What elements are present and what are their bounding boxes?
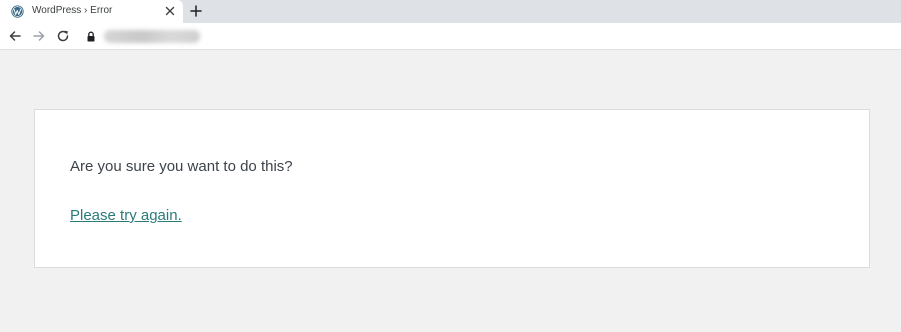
error-message: Are you sure you want to do this?: [70, 158, 293, 175]
browser-toolbar: [0, 23, 901, 50]
close-icon[interactable]: [163, 4, 177, 18]
tab-strip: WordPress › Error: [0, 0, 901, 23]
arrow-left-icon[interactable]: [8, 29, 22, 43]
wordpress-icon: [11, 5, 24, 18]
page-content: Are you sure you want to do this? Please…: [0, 51, 901, 332]
tab-title: WordPress › Error: [32, 5, 113, 16]
lock-icon: [87, 31, 95, 42]
browser-tab[interactable]: WordPress › Error: [0, 0, 183, 23]
reload-icon[interactable]: [56, 29, 70, 43]
address-bar[interactable]: [104, 30, 200, 43]
arrow-right-icon[interactable]: [32, 29, 46, 43]
try-again-link[interactable]: Please try again.: [70, 207, 182, 224]
plus-icon[interactable]: [189, 4, 203, 18]
error-message-box: Are you sure you want to do this? Please…: [34, 109, 870, 268]
